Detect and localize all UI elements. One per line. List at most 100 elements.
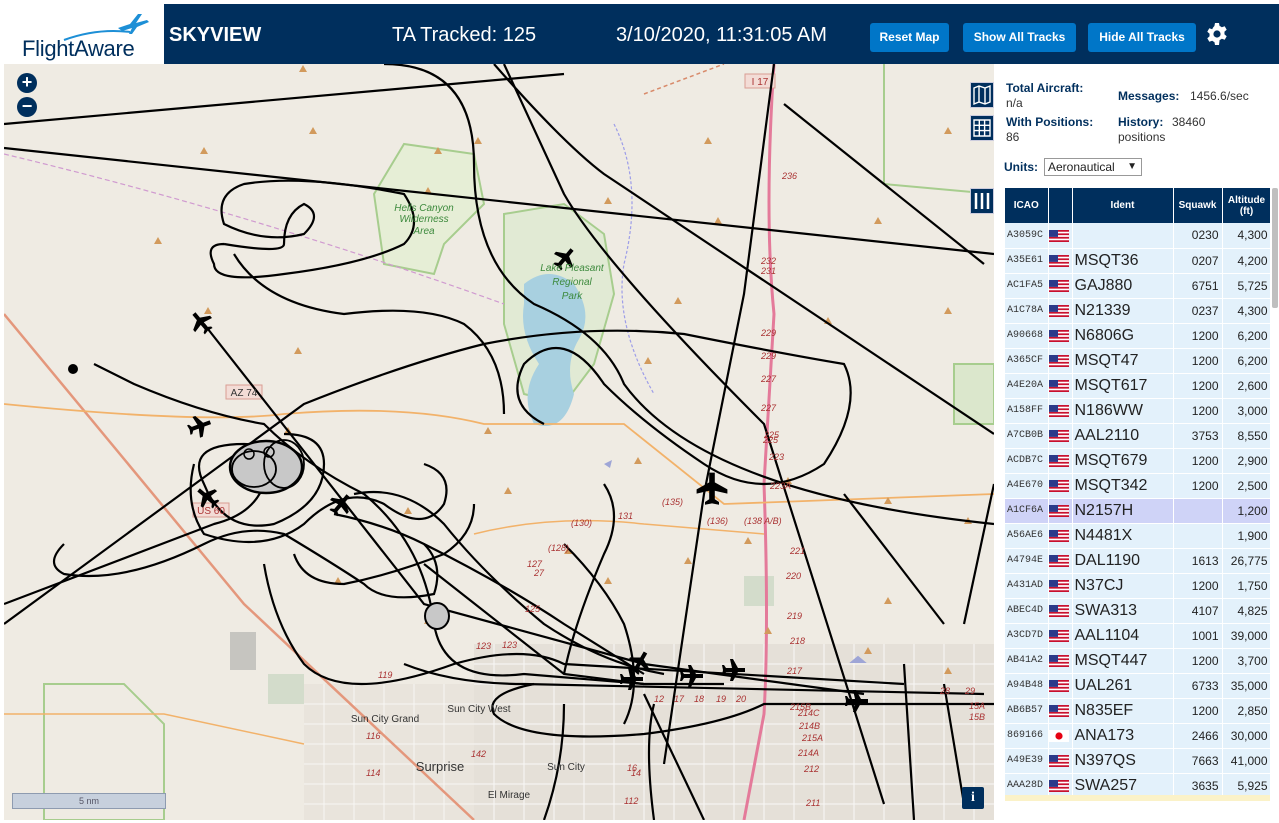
road-number-label: 27 (533, 568, 545, 578)
cell-icao: ABEC4D (1005, 598, 1049, 624)
cell-flag (1048, 573, 1073, 599)
cell-altitude: 41,000 (1222, 748, 1270, 774)
road-number-label: 223 (768, 452, 784, 462)
cell-flag (1048, 473, 1073, 499)
aircraft-table: ICAO Ident Squawk Altitude (ft) A3059C 023… (1005, 188, 1270, 799)
table-row[interactable]: A94B48 UAL261 6733 35,000 (1005, 673, 1270, 699)
units-select[interactable]: Aeronautical ▼ (1044, 158, 1142, 176)
road-number-label: 18 (694, 694, 704, 704)
cell-ident (1072, 223, 1174, 249)
cell-flag (1048, 723, 1073, 749)
cell-squawk: 0230 (1173, 223, 1223, 249)
table-row[interactable]: A3059C 0230 4,300 (1005, 223, 1270, 249)
table-row[interactable]: A4E670 MSQT342 1200 2,500 (1005, 473, 1270, 499)
col-squawk[interactable]: Squawk (1173, 188, 1223, 223)
table-row[interactable]: A3CD7D AAL1104 1001 39,000 (1005, 623, 1270, 649)
info-button[interactable]: i (962, 787, 984, 809)
table-row[interactable]: ABEC4D SWA313 4107 4,825 (1005, 598, 1270, 624)
table-row[interactable]: A56AE6 N4481X 1,900 (1005, 523, 1270, 549)
road-number-label: 131 (618, 511, 633, 521)
hide-all-tracks-button[interactable]: Hide All Tracks (1088, 23, 1196, 52)
map-layers-button[interactable] (970, 82, 994, 108)
cell-icao: A49E39 (1005, 748, 1049, 774)
cell-ident: N6806G (1072, 323, 1174, 349)
cell-altitude: 5,725 (1222, 273, 1270, 299)
table-row[interactable]: AC1FA5 GAJ880 6751 5,725 (1005, 273, 1270, 299)
table-row[interactable]: A365CF MSQT47 1200 6,200 (1005, 348, 1270, 374)
cell-icao: AB41A2 (1005, 648, 1049, 674)
road-number-label: 119 (378, 670, 392, 680)
zoom-out-button[interactable]: − (17, 97, 37, 117)
cell-squawk: 1001 (1173, 623, 1223, 649)
cell-flag (1048, 673, 1073, 699)
cell-ident: MSQT617 (1072, 373, 1174, 399)
cell-icao: A3059C (1005, 223, 1049, 249)
us-flag-icon (1048, 555, 1069, 568)
road-number-label: (138 A/B) (744, 516, 782, 526)
cell-flag (1048, 223, 1073, 249)
table-row[interactable]: A4E20A MSQT617 1200 2,600 (1005, 373, 1270, 399)
cell-icao: AC1FA5 (1005, 273, 1049, 299)
range-rings-button[interactable] (970, 115, 994, 141)
road-number-label: 112 (624, 796, 638, 806)
table-row[interactable]: A35E61 MSQT36 0207 4,200 (1005, 248, 1270, 274)
cell-squawk: 1613 (1173, 548, 1223, 574)
table-row[interactable]: A158FF N186WW 1200 3,000 (1005, 398, 1270, 424)
cell-squawk: 1200 (1173, 373, 1223, 399)
col-ident[interactable]: Ident (1072, 188, 1174, 223)
show-all-tracks-button[interactable]: Show All Tracks (963, 23, 1076, 52)
zoom-in-button[interactable]: + (17, 73, 37, 93)
aircraft-table-container[interactable]: ICAO Ident Squawk Altitude (ft) A3059C 023… (1005, 188, 1270, 823)
cell-icao: A431AD (1005, 573, 1049, 599)
table-row[interactable]: AB6B57 N835EF 1200 2,850 (1005, 698, 1270, 724)
cell-altitude: 2,500 (1222, 473, 1270, 499)
road-number-label: 217 (786, 666, 803, 676)
table-row[interactable]: A4794E DAL1190 1613 26,775 (1005, 548, 1270, 574)
aircraft-icon (696, 472, 728, 505)
column-toggle-button[interactable] (970, 188, 994, 214)
map-view[interactable]: Hells Canyon Wilderness Area Lake Pleasa… (4, 64, 994, 820)
table-row[interactable]: A7CB0B AAL2110 3753 8,550 (1005, 423, 1270, 449)
us-flag-icon (1048, 530, 1069, 543)
gear-icon[interactable] (1205, 22, 1229, 46)
table-row[interactable]: ACDB7C MSQT679 1200 2,900 (1005, 448, 1270, 474)
road-number-label: 15B (969, 712, 985, 722)
wilderness-label-1: Hells Canyon (394, 203, 454, 214)
japan-flag-icon (1048, 730, 1069, 743)
cell-altitude: 4,300 (1222, 298, 1270, 324)
col-flag[interactable] (1048, 188, 1073, 223)
table-row[interactable]: A1C78A N21339 0237 4,300 (1005, 298, 1270, 324)
table-row[interactable]: AB41A2 MSQT447 1200 3,700 (1005, 648, 1270, 674)
reset-map-button[interactable]: Reset Map (870, 23, 949, 52)
us-flag-icon (1048, 455, 1069, 468)
cell-flag (1048, 623, 1073, 649)
us-flag-icon (1048, 430, 1069, 443)
cell-altitude: 2,850 (1222, 698, 1270, 724)
az74-label: AZ 74 (231, 388, 258, 399)
lake-label-1: Lake Pleasant (540, 263, 605, 274)
cell-squawk: 1200 (1173, 573, 1223, 599)
col-altitude[interactable]: Altitude (ft) (1222, 188, 1270, 223)
table-row[interactable]: A431AD N37CJ 1200 1,750 (1005, 573, 1270, 599)
road-number-label: 214C (797, 708, 820, 718)
cell-ident: N4481X (1072, 523, 1174, 549)
cell-ident: N835EF (1072, 698, 1174, 724)
with-positions-label: With Positions: (1006, 115, 1094, 129)
road-number-label: 225 (762, 435, 779, 445)
table-scrollbar[interactable] (1272, 188, 1278, 308)
table-row[interactable]: 869166 ANA173 2466 30,000 (1005, 723, 1270, 749)
col-icao[interactable]: ICAO (1005, 188, 1049, 223)
table-row[interactable]: A49E39 N397QS 7663 41,000 (1005, 748, 1270, 774)
cell-squawk: 3753 (1173, 423, 1223, 449)
flightaware-logo[interactable]: FlightAware (4, 4, 164, 62)
table-row[interactable]: A90668 N6806G 1200 6,200 (1005, 323, 1270, 349)
wilderness-label-3: Area (412, 226, 435, 237)
road-number-label: 219 (786, 611, 802, 621)
table-row[interactable]: A1CF6A N2157H 1,200 (1005, 498, 1270, 524)
cell-ident: UAL261 (1072, 673, 1174, 699)
cell-icao: ACDB7C (1005, 448, 1049, 474)
cell-altitude: 3,700 (1222, 648, 1270, 674)
cell-squawk: 1200 (1173, 473, 1223, 499)
map-canvas[interactable]: Hells Canyon Wilderness Area Lake Pleasa… (4, 64, 994, 820)
messages-value: 1456.6/sec (1190, 89, 1249, 103)
